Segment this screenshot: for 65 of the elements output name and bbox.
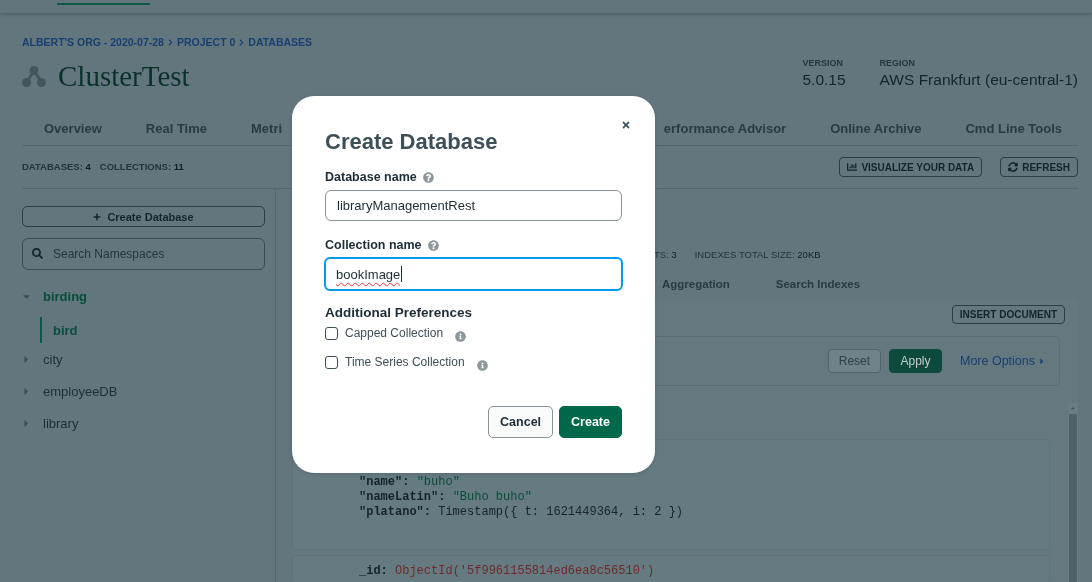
more-options-link[interactable]: More Options: [959, 354, 1045, 368]
help-icon[interactable]: [422, 171, 434, 183]
search-icon: [32, 248, 43, 259]
field-label: Collection name: [325, 238, 422, 252]
scrollbar-track[interactable]: [1068, 403, 1078, 582]
breadcrumb-link[interactable]: PROJECT 0: [176, 36, 236, 48]
collection-item[interactable]: bird: [40, 317, 265, 343]
cluster-title: ClusterTest: [58, 59, 190, 93]
document-field: "nameLatin": "Buho buho": [359, 490, 1049, 505]
collection-tab[interactable]: Aggregation: [662, 269, 730, 299]
plus-icon: [93, 212, 102, 221]
database-item[interactable]: library: [22, 407, 265, 439]
breadcrumb-link[interactable]: DATABASES: [248, 36, 313, 48]
version-label: VERSION: [802, 58, 844, 68]
collection-stat: INDEXES TOTAL SIZE: 20KB: [694, 249, 821, 261]
region-label: REGION: [879, 58, 917, 68]
database-item[interactable]: employeeDB: [22, 375, 265, 407]
database-item[interactable]: city: [22, 343, 265, 375]
checkbox-label: Time Series Collection: [345, 355, 465, 369]
document-field: "name": "buho": [359, 475, 1049, 490]
chevron-right-icon: [239, 38, 245, 46]
nav-tab[interactable]: Real Time: [145, 110, 207, 146]
info-icon[interactable]: [455, 330, 467, 342]
region-value: AWS Frankfurt (eu-central-1): [879, 71, 1078, 89]
checkbox[interactable]: [325, 326, 338, 340]
collection-stat: TS: 3: [654, 249, 677, 261]
nav-tab[interactable]: Online Archive: [830, 110, 922, 146]
cancel-button[interactable]: Cancel: [488, 406, 554, 438]
apply-button[interactable]: Apply: [888, 349, 942, 373]
caret-right-icon: [1039, 356, 1045, 366]
collection-tab[interactable]: Search Indexes: [775, 269, 861, 299]
summary-stat: DATABASES: 4: [22, 161, 91, 173]
dialog-title: Create Database: [325, 129, 499, 155]
chevron-right-icon: [167, 38, 173, 46]
action-button[interactable]: REFRESH: [1000, 157, 1078, 177]
field-label: Database name: [325, 170, 417, 184]
nav-tab[interactable]: erformance Advisor: [663, 110, 787, 146]
summary-stat: COLLECTIONS: 11: [99, 161, 184, 173]
create-button[interactable]: Create: [559, 406, 622, 438]
nav-tab[interactable]: Overview: [44, 110, 102, 146]
breadcrumb-link[interactable]: ALBERT'S ORG - 2020-07-28: [22, 36, 164, 48]
insert-document-button[interactable]: INSERT DOCUMENT: [951, 305, 1065, 324]
scrollbar-thumb[interactable]: [1069, 414, 1077, 582]
close-icon[interactable]: [621, 120, 631, 130]
checkbox-label: Capped Collection: [345, 326, 444, 340]
text-cursor-icon: [401, 266, 403, 282]
bar-chart-icon: [847, 162, 858, 172]
document-field: _id: ObjectId('5f9961155814ed6ea8c56510'): [359, 564, 1049, 579]
cluster-icon: [22, 65, 46, 87]
text-field[interactable]: bookImage: [324, 257, 623, 291]
info-icon[interactable]: [476, 359, 488, 371]
text-field[interactable]: libraryManagementRest: [325, 190, 622, 221]
nav-tab[interactable]: Cmd Line Tools: [965, 110, 1062, 146]
help-icon[interactable]: [427, 239, 439, 251]
document-field: "platano": Timestamp({ t: 1621449364, i: 2 }): [359, 505, 1049, 520]
nav-tab[interactable]: Metri: [251, 110, 283, 146]
action-button[interactable]: VISUALIZE YOUR DATA: [839, 157, 983, 177]
scroll-up-icon[interactable]: [1069, 405, 1077, 411]
version-value: 5.0.15: [802, 71, 846, 89]
database-item[interactable]: birding: [22, 280, 265, 312]
refresh-icon: [1008, 162, 1019, 172]
section-title: Additional Preferences: [325, 305, 474, 321]
checkbox[interactable]: [325, 355, 338, 369]
create-database-button[interactable]: Create Database: [22, 206, 265, 227]
search-field[interactable]: Search Namespaces: [22, 238, 265, 270]
